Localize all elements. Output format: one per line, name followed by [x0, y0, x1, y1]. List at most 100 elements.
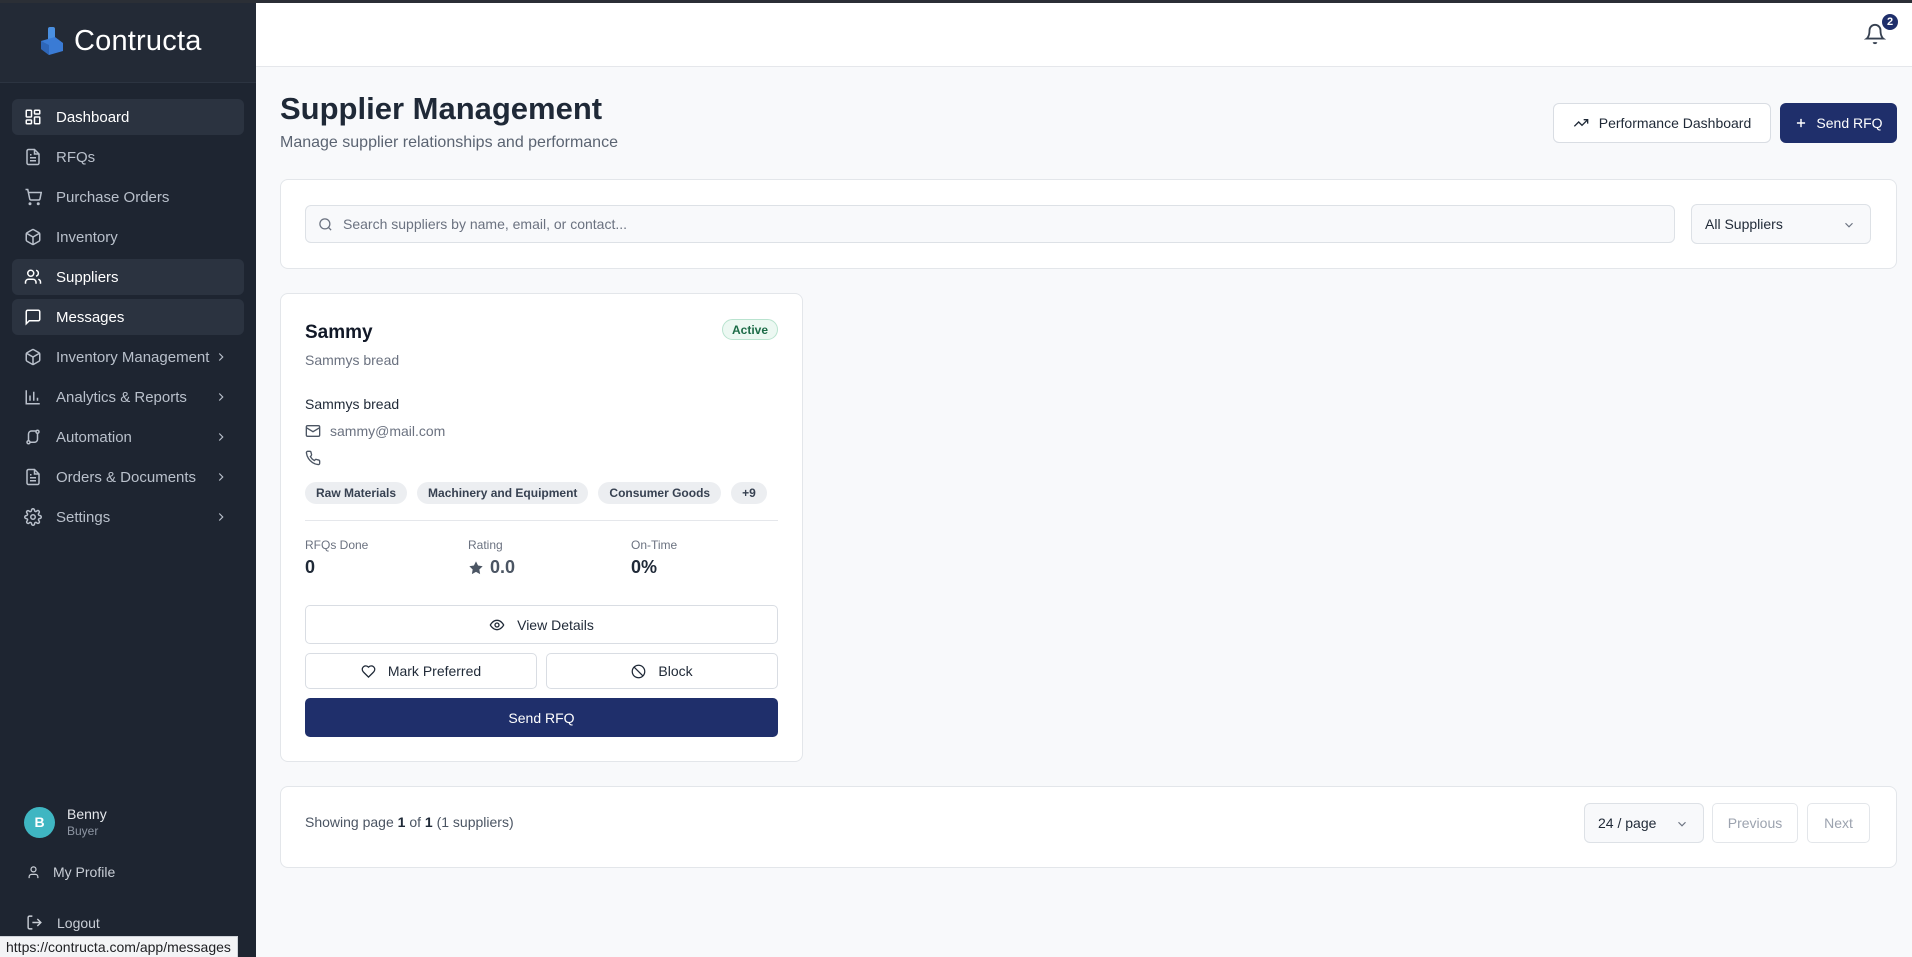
category-tag: Consumer Goods — [598, 482, 722, 504]
sidebar-item-purchase-orders[interactable]: Purchase Orders — [12, 179, 244, 215]
contructa-logo-icon — [41, 27, 63, 55]
users-icon — [24, 269, 42, 284]
logout-icon — [27, 915, 42, 930]
chevron-right-icon — [218, 473, 224, 481]
document-icon — [26, 468, 40, 486]
notification-badge: 2 — [1880, 12, 1900, 32]
sidebar-item-messages[interactable]: Messages — [12, 299, 244, 335]
pagination-total-pages: 1 — [424, 814, 433, 830]
sidebar-item-inventory-management[interactable]: Inventory Management — [12, 339, 244, 375]
supplier-company: Sammys bread — [305, 352, 400, 368]
sidebar-item-label: Orders & Documents — [56, 468, 197, 486]
sidebar-item-orders-documents[interactable]: Orders & Documents — [12, 459, 244, 495]
my-profile-label: My Profile — [53, 864, 116, 880]
view-details-label: View Details — [517, 616, 594, 633]
rfqs-done-label: RFQs Done — [305, 538, 369, 552]
more-categories-tag[interactable]: +9 — [731, 482, 767, 504]
category-tags: Raw Materials Machinery and Equipment Co… — [305, 482, 777, 504]
sidebar-item-label: Inventory — [56, 228, 118, 246]
on-time-label: On-Time — [631, 538, 678, 552]
cart-icon — [25, 188, 42, 206]
chevron-down-icon — [1845, 222, 1853, 228]
on-time-value: 0% — [631, 557, 658, 577]
sidebar: Contructa Dashboard RFQs Purchase Orders… — [0, 0, 256, 957]
chevron-right-icon — [218, 433, 224, 441]
status-badge: Active — [722, 319, 779, 340]
page-size-select[interactable]: 24 / page — [1584, 803, 1704, 843]
search-input[interactable]: Search suppliers by name, email, or cont… — [305, 205, 1675, 243]
sidebar-item-label: Purchase Orders — [56, 188, 170, 206]
mark-preferred-button[interactable]: Mark Preferred — [305, 653, 537, 689]
sidebar-item-label: Messages — [56, 308, 125, 326]
supplier-phone — [305, 450, 321, 471]
view-details-button[interactable]: View Details — [305, 605, 778, 644]
logout-link[interactable]: Logout — [26, 914, 100, 931]
sidebar-item-automation[interactable]: Automation — [12, 419, 244, 455]
star-icon — [469, 560, 483, 574]
rating-value-text: 0.0 — [490, 557, 516, 577]
sidebar-item-label: Dashboard — [56, 108, 130, 126]
sidebar-item-dashboard[interactable]: Dashboard — [12, 99, 244, 135]
supplier-contact-name: Sammys bread — [305, 396, 400, 412]
next-button[interactable]: Next — [1807, 803, 1870, 843]
message-icon — [25, 309, 41, 326]
category-tag: Raw Materials — [305, 482, 408, 504]
sidebar-item-analytics-reports[interactable]: Analytics & Reports — [12, 379, 244, 415]
box-icon — [25, 348, 41, 366]
card-divider — [305, 520, 778, 521]
pagination-summary: Showing page 1 of 1 (1 suppliers) — [305, 814, 514, 830]
block-label: Block — [658, 663, 693, 679]
chevron-down-icon — [1678, 821, 1686, 827]
trending-up-icon — [1573, 119, 1589, 127]
workflow-icon — [26, 429, 40, 445]
supplier-email-text: sammy@mail.com — [330, 423, 446, 439]
sidebar-item-label: Settings — [56, 508, 111, 526]
rating-value: 0.0 — [468, 557, 515, 578]
supplier-status-select[interactable]: All Suppliers — [1691, 204, 1871, 244]
sidebar-item-label: Analytics & Reports — [56, 388, 187, 406]
avatar: B — [24, 806, 55, 838]
user-name: Benny — [67, 806, 107, 822]
chevron-right-icon — [218, 513, 224, 521]
search-placeholder: Search suppliers by name, email, or cont… — [343, 216, 628, 232]
sidebar-item-label: RFQs — [56, 148, 96, 166]
eye-icon — [489, 619, 505, 630]
user-icon — [28, 865, 39, 878]
brand-name: Contructa — [74, 24, 202, 57]
category-tag: Machinery and Equipment — [417, 482, 589, 504]
sidebar-item-rfqs[interactable]: RFQs — [12, 139, 244, 175]
mail-icon — [305, 425, 321, 437]
phone-icon — [305, 450, 321, 466]
sidebar-item-label: Inventory Management — [56, 348, 210, 366]
chevron-right-icon — [218, 393, 224, 401]
supplier-status-value: All Suppliers — [1705, 216, 1783, 232]
bar-chart-icon — [25, 390, 40, 405]
pagination-suffix: (1 suppliers) — [432, 814, 514, 830]
sidebar-item-inventory[interactable]: Inventory — [12, 219, 244, 255]
page-subtitle: Manage supplier relationships and perfor… — [280, 134, 618, 151]
document-icon — [26, 148, 40, 166]
brand[interactable]: Contructa — [0, 0, 256, 83]
performance-dashboard-button[interactable]: Performance Dashboard — [1553, 103, 1771, 143]
previous-button[interactable]: Previous — [1712, 803, 1798, 843]
rfqs-done-value: 0 — [305, 557, 316, 577]
performance-dashboard-label: Performance Dashboard — [1598, 115, 1752, 131]
ban-icon — [632, 664, 646, 678]
dashboard-icon — [25, 109, 41, 125]
my-profile-link[interactable]: My Profile — [26, 864, 115, 880]
logout-label: Logout — [57, 914, 100, 931]
sidebar-item-suppliers[interactable]: Suppliers — [12, 259, 244, 295]
sidebar-nav: Dashboard RFQs Purchase Orders Inventory… — [0, 83, 256, 535]
page-title: Supplier Management — [280, 91, 603, 126]
supplier-name[interactable]: Sammy — [305, 322, 373, 344]
page-size-value: 24 / page — [1598, 815, 1657, 831]
rating-label: Rating — [468, 538, 503, 552]
block-button[interactable]: Block — [546, 653, 778, 689]
send-rfq-header-button[interactable]: Send RFQ — [1780, 103, 1897, 143]
send-rfq-card-button[interactable]: Send RFQ — [305, 698, 778, 737]
user-info[interactable]: B Benny Buyer — [0, 806, 256, 838]
sidebar-item-label: Suppliers — [56, 268, 119, 286]
sidebar-item-settings[interactable]: Settings — [12, 499, 244, 535]
supplier-email: sammy@mail.com — [305, 423, 445, 439]
status-bar-url: https://contructa.com/app/messages — [0, 936, 238, 957]
